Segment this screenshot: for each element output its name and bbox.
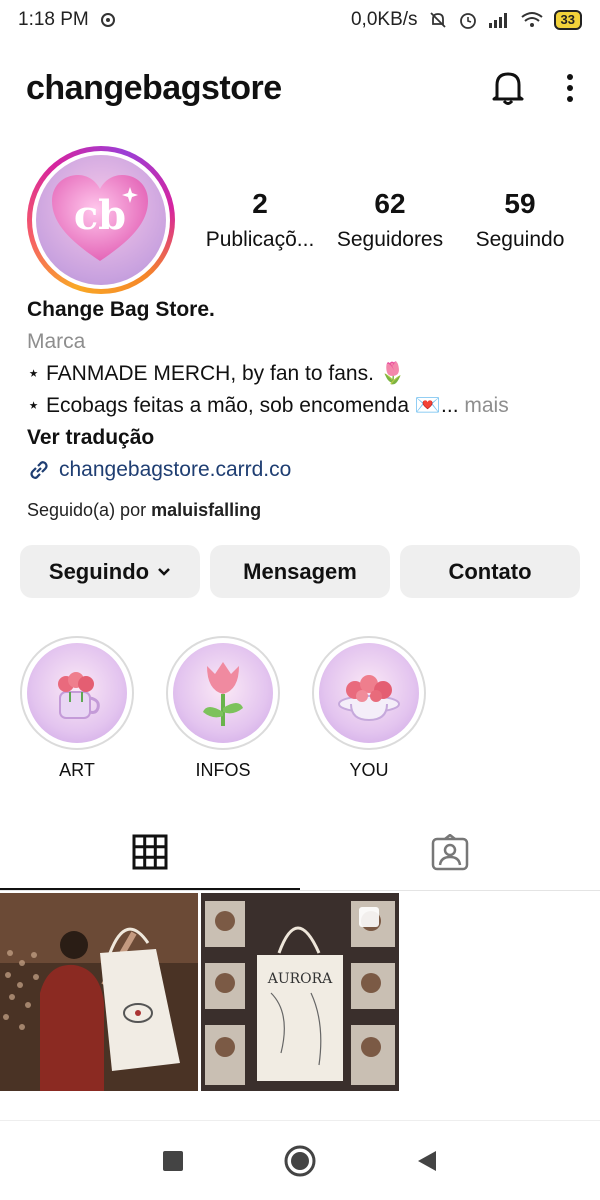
signal-icon — [488, 13, 507, 28]
avatar[interactable]: cb — [27, 146, 175, 294]
chevron-down-icon — [158, 567, 170, 576]
bio-line-2-text: ⋆ Ecobags feitas a mão, sob encomenda 💌.… — [27, 394, 459, 417]
avatar-logo-text: cb — [74, 192, 126, 239]
following-button-label: Seguindo — [48, 558, 150, 584]
svg-text:AURORA: AURORA — [267, 971, 333, 987]
bio-line-1: ⋆ FANMADE MERCH, by fan to fans. 🌷 — [27, 362, 406, 385]
bio: Change Bag Store. Marca ⋆ FANMADE MERCH,… — [27, 294, 587, 486]
header-actions — [490, 69, 574, 107]
followed-by-prefix: Seguido(a) por — [27, 500, 152, 520]
website-link[interactable]: changebagstore.carrd.co — [27, 454, 587, 486]
status-left: 1:18 PM — [18, 9, 117, 31]
highlight-label: YOU — [349, 760, 389, 780]
notification-icon — [100, 13, 115, 27]
stat-posts[interactable]: 2 Publicaçõ... — [195, 188, 325, 252]
translate-link[interactable]: Ver tradução — [27, 422, 587, 454]
recent-apps-icon[interactable] — [162, 1150, 184, 1172]
alarm-icon — [459, 13, 476, 29]
stat-value: 59 — [504, 188, 536, 219]
stat-label: Publicaçõ... — [205, 228, 315, 251]
tulip-mug-icon — [58, 672, 100, 719]
highlight-label: INFOS — [195, 760, 251, 780]
profile-stats: 2 Publicaçõ... 62 Seguidores 59 Seguindo — [195, 188, 585, 252]
battery-indicator: 33 — [553, 10, 582, 30]
avatar-image: cb — [36, 155, 166, 285]
more-link[interactable]: mais — [459, 394, 508, 417]
tagged-person-icon — [431, 833, 469, 870]
profile-actions: Seguindo Mensagem Contato — [20, 545, 580, 598]
followed-by-user: maluisfalling — [151, 500, 262, 520]
stat-followers[interactable]: 62 Seguidores — [325, 188, 455, 252]
display-name: Change Bag Store. — [27, 298, 215, 321]
network-speed: 0,0KB/s — [350, 9, 418, 30]
profile-header: changebagstore — [0, 60, 600, 116]
clock: 1:18 PM — [18, 9, 89, 30]
username-title: changebagstore — [26, 68, 282, 107]
wifi-icon — [520, 12, 543, 27]
more-options-icon[interactable] — [566, 73, 574, 103]
bio-line-2: ⋆ Ecobags feitas a mão, sob encomenda 💌.… — [27, 390, 587, 422]
highlight-cover — [173, 643, 273, 743]
tulip-icon — [203, 662, 243, 726]
tab-posts-grid[interactable] — [0, 815, 300, 890]
aurora-tote-photo: AURORA — [201, 893, 399, 1091]
stat-following[interactable]: 59 Seguindo — [455, 188, 585, 252]
system-nav-bar — [0, 1120, 600, 1200]
grid-icon — [132, 834, 168, 869]
highlight-you[interactable]: YOU — [312, 636, 426, 781]
highlight-infos[interactable]: INFOS — [166, 636, 280, 781]
contact-button[interactable]: Contato — [400, 545, 580, 598]
home-icon[interactable] — [284, 1145, 316, 1177]
highlight-art[interactable]: ART — [20, 636, 134, 781]
status-bar: 1:18 PM 0,0KB/s 33 — [0, 0, 600, 40]
muted-bell-icon — [429, 12, 446, 28]
concert-tote-photo — [0, 893, 198, 1091]
stat-value: 2 — [252, 188, 268, 219]
post-thumbnail[interactable]: AURORA — [201, 893, 399, 1091]
back-icon[interactable] — [416, 1149, 438, 1173]
message-button[interactable]: Mensagem — [210, 545, 390, 598]
content-tabs — [0, 815, 600, 891]
stat-label: Seguindo — [475, 228, 565, 251]
bell-icon[interactable] — [490, 69, 526, 107]
stat-value: 62 — [374, 188, 406, 219]
followed-by[interactable]: Seguido(a) por maluisfalling — [27, 500, 261, 521]
website-url: changebagstore.carrd.co — [59, 458, 292, 481]
posts-grid: AURORA — [0, 893, 600, 1091]
stat-label: Seguidores — [336, 228, 444, 251]
heart-logo: cb — [52, 175, 148, 261]
highlight-cover — [319, 643, 419, 743]
highlight-label: ART — [59, 760, 95, 780]
post-thumbnail[interactable] — [0, 893, 198, 1091]
status-right: 0,0KB/s 33 — [351, 9, 582, 31]
link-icon — [30, 461, 48, 479]
following-button[interactable]: Seguindo — [20, 545, 200, 598]
category-label: Marca — [27, 330, 86, 353]
tulip-hat-icon — [338, 675, 400, 722]
tab-tagged[interactable] — [300, 815, 600, 890]
highlight-cover — [27, 643, 127, 743]
